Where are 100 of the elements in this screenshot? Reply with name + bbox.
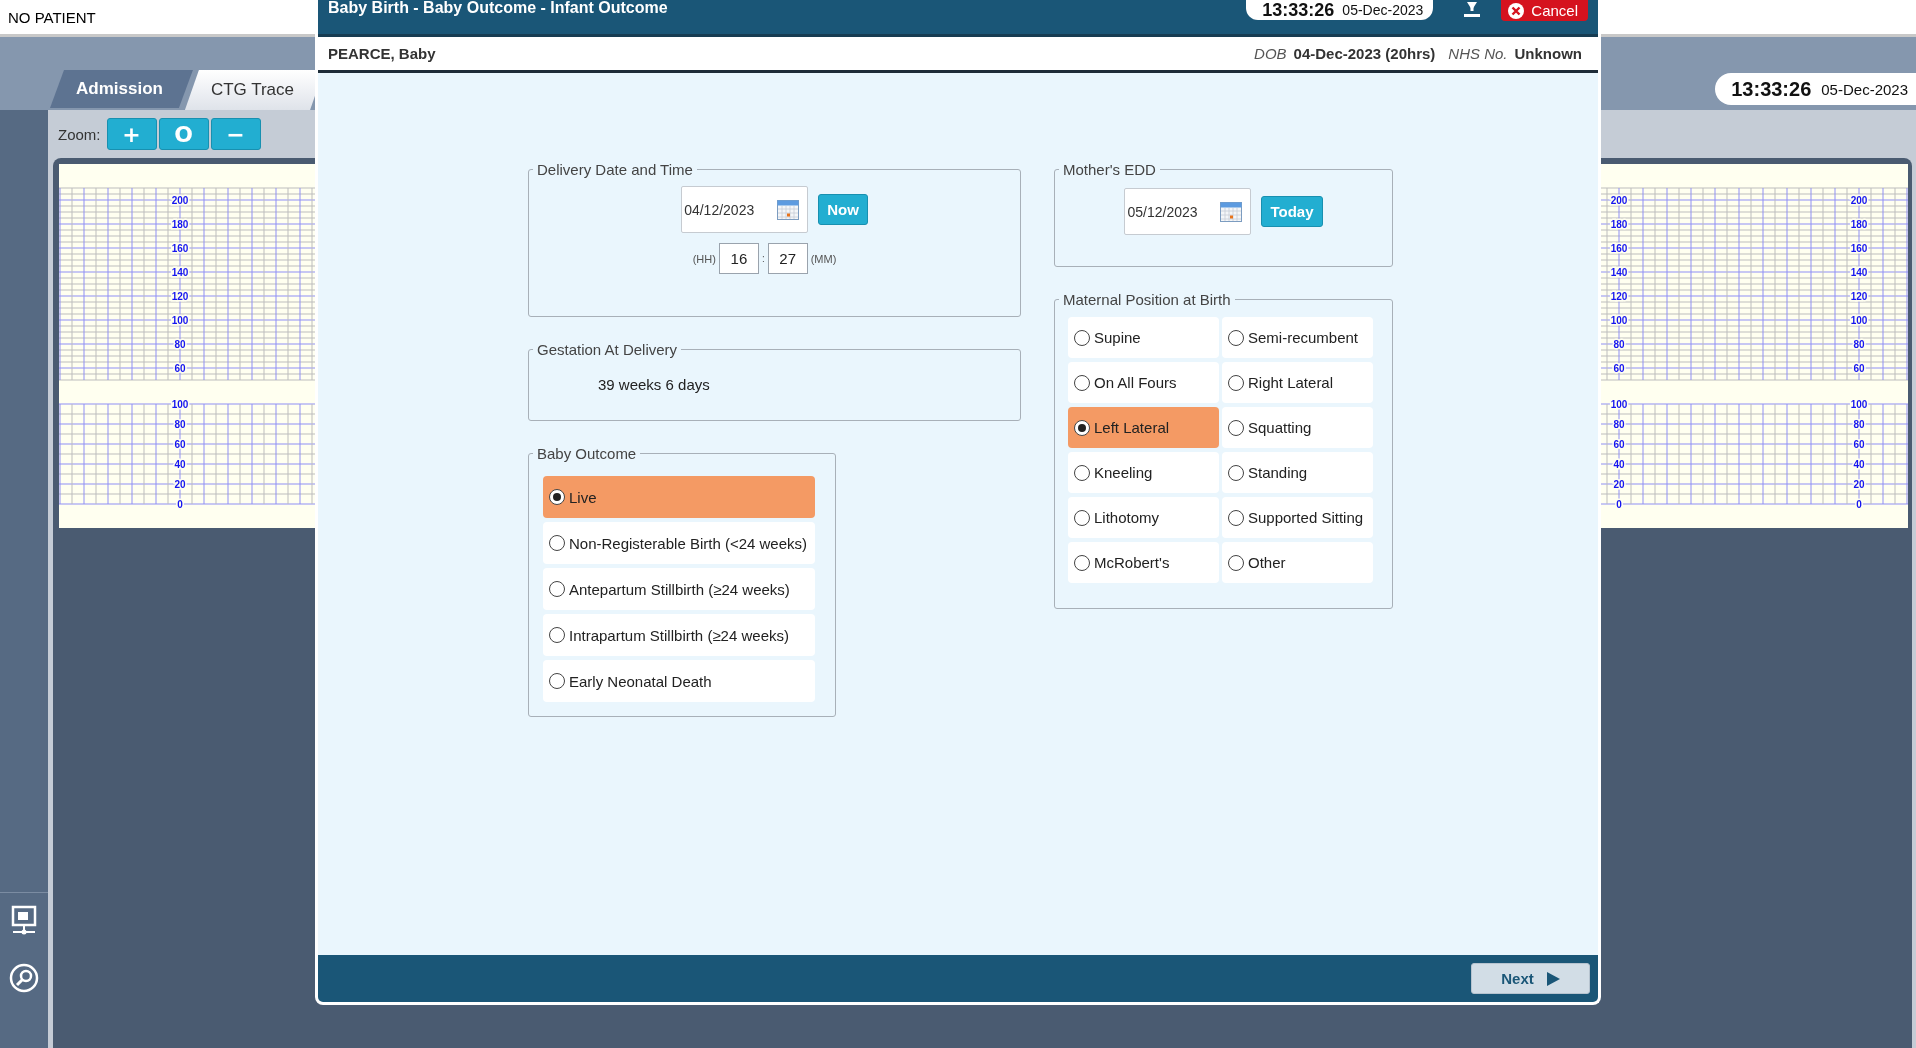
option-label: Non-Registerable Birth (<24 weeks) [569,534,808,552]
axis-label: 180 [171,218,189,230]
axis-label: 160 [1850,242,1868,254]
calendar-icon[interactable] [1220,201,1243,222]
axis-label: 0 [177,498,183,510]
axis-label: 20 [1613,478,1625,490]
close-icon [1507,1,1526,20]
axis-label: 0 [1616,498,1622,510]
radio-button[interactable] [1228,509,1244,526]
clock-time: 13:33:26 [1262,0,1335,21]
section-title: Gestation At Delivery [536,341,679,358]
radio-option[interactable]: Supported Sitting [1222,497,1373,538]
axis-label: 140 [1850,266,1868,278]
dob-value: 04-Dec-2023 (20hrs) [1293,45,1436,62]
radio-option[interactable]: Non-Registerable Birth (<24 weeks) [543,522,815,564]
radio-option[interactable]: Left Lateral [1068,407,1219,448]
axis-label: 80 [174,338,186,350]
radio-button[interactable] [1074,464,1090,481]
gestation-value: 39 weeks 6 days [598,376,711,393]
radio-option[interactable]: Squatting [1222,407,1373,448]
radio-button[interactable] [549,581,565,597]
radio-button[interactable] [549,535,565,551]
radio-button[interactable] [1074,374,1090,391]
dob-label: DOB [1254,45,1287,62]
option-label: Early Neonatal Death [569,672,712,690]
axis-label: 60 [1613,438,1625,450]
radio-option[interactable]: Standing [1222,452,1373,493]
option-label: Semi-recumbent [1248,329,1359,346]
radio-option[interactable]: McRobert's [1068,542,1219,583]
radio-button[interactable] [1074,419,1090,436]
axis-label: 80 [174,418,186,430]
date-field[interactable]: 05/12/2023 [1124,188,1252,235]
radio-button[interactable] [1228,419,1244,436]
next-button[interactable]: Next [1471,963,1590,994]
cancel-button[interactable]: Cancel [1501,0,1588,21]
clock-time: 13:33:26 [1731,77,1812,101]
axis-label: 100 [1850,398,1868,410]
radio-option[interactable]: Intrapartum Stillbirth (≥24 weeks) [543,614,815,656]
axis-label: 100 [1850,314,1868,326]
axis-label: 180 [1850,218,1868,230]
axis-label: 140 [1610,266,1628,278]
date-field[interactable]: 04/12/2023 [681,186,809,233]
radio-button[interactable] [1228,464,1244,481]
radio-button[interactable] [549,489,565,505]
axis-label: 200 [1610,194,1628,206]
radio-button[interactable] [549,627,565,643]
option-label: Kneeling [1094,464,1153,481]
tab[interactable]: Admission [50,70,193,108]
radio-button[interactable] [1228,374,1244,391]
axis-label: 160 [1610,242,1628,254]
radio-option[interactable]: Kneeling [1068,452,1219,493]
radio-button[interactable] [1228,329,1244,346]
radio-option[interactable]: On All Fours [1068,362,1219,403]
search-icon[interactable] [9,963,39,993]
axis-label: 60 [174,438,186,450]
axis-label: 60 [1613,362,1625,374]
hour-field[interactable]: 16 [718,243,759,274]
radio-option[interactable]: Other [1222,542,1373,583]
calendar-icon[interactable] [777,199,800,220]
axis-label: 120 [171,290,189,302]
radio-button[interactable] [549,673,565,689]
option-label: Right Lateral [1248,374,1334,391]
zoom-label: Zoom: [58,125,101,143]
radio-option[interactable]: Right Lateral [1222,362,1373,403]
patient-status: NO PATIENT [8,8,96,26]
radio-button[interactable] [1074,554,1090,571]
axis-label: 140 [171,266,189,278]
radio-button[interactable] [1074,509,1090,526]
axis-label: 120 [1610,290,1628,302]
axis-label: 80 [1853,418,1865,430]
radio-option[interactable]: Early Neonatal Death [543,660,815,702]
option-label: Antepartum Stillbirth (≥24 weeks) [569,580,790,598]
axis-label: 160 [171,242,189,254]
radio-option[interactable]: Supine [1068,317,1219,358]
radio-option[interactable]: Lithotomy [1068,497,1219,538]
axis-label: 0 [1856,498,1862,510]
section-title: Maternal Position at Birth [1062,291,1232,308]
option-label: Squatting [1248,419,1312,436]
option-label: Standing [1248,464,1308,481]
axis-label: 60 [1853,362,1865,374]
section-title: Mother's EDD [1062,161,1157,178]
patient-name: PEARCE, Baby [328,45,436,62]
axis-label: 120 [1850,290,1868,302]
monitor-network-icon[interactable] [10,905,38,937]
axis-label: 100 [171,314,189,326]
radio-button[interactable] [1074,329,1090,346]
radio-option[interactable]: Semi-recumbent [1222,317,1373,358]
nhs-value: Unknown [1514,45,1582,62]
option-label: Supported Sitting [1248,509,1364,526]
axis-label: 60 [174,362,186,374]
download-icon[interactable] [1463,2,1482,18]
radio-option[interactable]: Antepartum Stillbirth (≥24 weeks) [543,568,815,610]
minute-field[interactable]: 27 [767,243,808,274]
clock-date: 05-Dec-2023 [1342,2,1424,18]
radio-option[interactable]: Live [543,476,815,518]
section-title: Baby Outcome [536,445,638,462]
axis-label: 100 [171,398,189,410]
radio-button[interactable] [1228,554,1244,571]
dialog-title: Baby Birth - Baby Outcome - Infant Outcome [328,0,668,16]
axis-label: 80 [1613,338,1625,350]
